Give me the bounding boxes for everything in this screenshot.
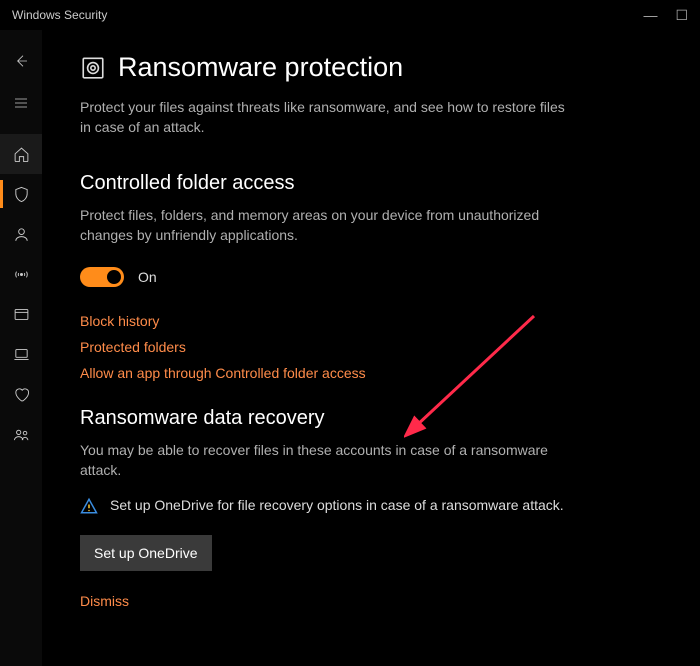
recovery-description: You may be able to recover files in thes…	[80, 440, 580, 481]
sidebar-item-device-security[interactable]	[0, 334, 42, 374]
heart-icon	[13, 386, 30, 403]
allow-app-link[interactable]: Allow an app through Controlled folder a…	[80, 365, 660, 381]
window-title: Windows Security	[12, 8, 107, 22]
window-titlebar: Windows Security — ☐	[0, 0, 700, 30]
dismiss-link[interactable]: Dismiss	[80, 593, 129, 609]
maximize-button[interactable]: ☐	[675, 8, 688, 22]
sidebar-item-family[interactable]	[0, 414, 42, 454]
block-history-link[interactable]: Block history	[80, 313, 660, 329]
sidebar-item-device-performance[interactable]	[0, 374, 42, 414]
hamburger-icon	[13, 95, 29, 111]
page-title: Ransomware protection	[118, 52, 403, 83]
controlled-description: Protect files, folders, and memory areas…	[80, 205, 580, 246]
window-icon	[13, 306, 30, 323]
setup-onedrive-button[interactable]: Set up OneDrive	[80, 535, 212, 571]
recovery-heading: Ransomware data recovery	[80, 407, 660, 430]
laptop-icon	[13, 346, 30, 363]
page-header: Ransomware protection	[80, 52, 660, 83]
sidebar-item-app-browser[interactable]	[0, 294, 42, 334]
sidebar	[0, 30, 42, 666]
minimize-button[interactable]: —	[643, 8, 657, 22]
onedrive-warning-row: Set up OneDrive for file recovery option…	[80, 495, 620, 515]
ransomware-icon	[80, 55, 106, 81]
warning-icon	[80, 497, 98, 515]
main-content: Ransomware protection Protect your files…	[42, 30, 700, 666]
page-description: Protect your files against threats like …	[80, 97, 570, 138]
protected-folders-link[interactable]: Protected folders	[80, 339, 660, 355]
sidebar-item-account[interactable]	[0, 214, 42, 254]
sidebar-item-firewall[interactable]	[0, 254, 42, 294]
toggle-state-label: On	[138, 269, 157, 285]
people-icon	[13, 426, 30, 443]
shield-icon	[13, 186, 30, 203]
window-controls: — ☐	[643, 8, 688, 22]
home-icon	[13, 146, 30, 163]
sidebar-item-virus[interactable]	[0, 174, 42, 214]
sidebar-item-home[interactable]	[0, 134, 42, 174]
broadcast-icon	[13, 266, 30, 283]
controlled-heading: Controlled folder access	[80, 172, 660, 195]
onedrive-message: Set up OneDrive for file recovery option…	[110, 495, 564, 515]
person-icon	[13, 226, 30, 243]
back-button[interactable]	[0, 40, 42, 82]
menu-button[interactable]	[0, 82, 42, 124]
arrow-left-icon	[13, 53, 29, 69]
controlled-toggle[interactable]	[80, 267, 124, 287]
